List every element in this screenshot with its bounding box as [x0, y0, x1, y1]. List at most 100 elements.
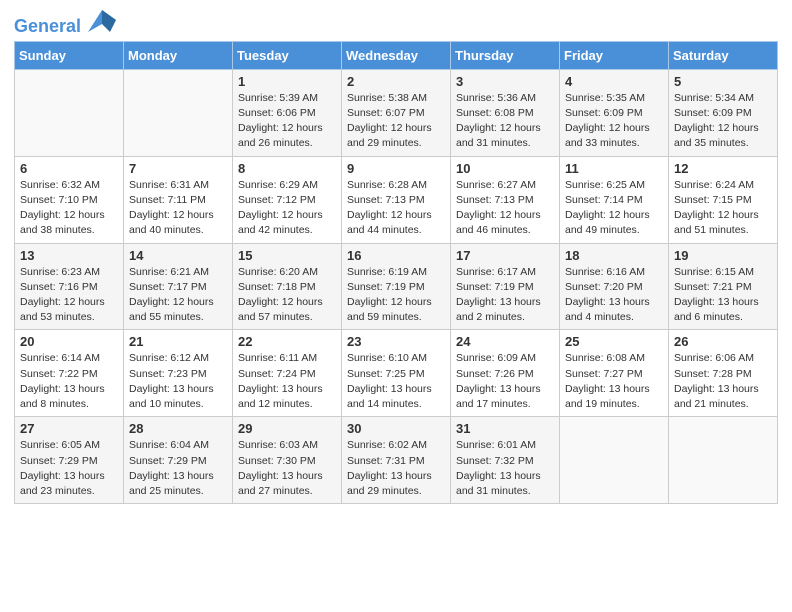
calendar-week-row: 20 Sunrise: 6:14 AM Sunset: 7:22 PM Dayli… [15, 330, 778, 417]
calendar-cell: 15 Sunrise: 6:20 AM Sunset: 7:18 PM Dayli… [233, 243, 342, 330]
day-number: 9 [347, 161, 445, 176]
day-number: 13 [20, 248, 118, 263]
calendar-cell [15, 69, 124, 156]
calendar-cell: 21Sunrise: 6:12 AM Sunset: 7:23 PM Dayli… [124, 330, 233, 417]
day-detail: Sunrise: 6:25 AM Sunset: 7:14 PM Dayligh… [565, 178, 663, 239]
calendar-cell: 17 Sunrise: 6:17 AM Sunset: 7:19 PM Dayli… [451, 243, 560, 330]
day-number: 17 [456, 248, 554, 263]
calendar-cell: 23Sunrise: 6:10 AM Sunset: 7:25 PM Dayli… [342, 330, 451, 417]
calendar-cell: 10Sunrise: 6:27 AM Sunset: 7:13 PM Dayli… [451, 156, 560, 243]
weekday-header-monday: Monday [124, 41, 233, 69]
day-number: 12 [674, 161, 772, 176]
day-number: 15 [238, 248, 336, 263]
calendar-cell: 6 Sunrise: 6:32 AM Sunset: 7:10 PM Daylig… [15, 156, 124, 243]
calendar-cell: 1 Sunrise: 5:39 AM Sunset: 6:06 PM Daylig… [233, 69, 342, 156]
day-number: 19 [674, 248, 772, 263]
calendar-cell: 30 Sunrise: 6:02 AM Sunset: 7:31 PM Dayli… [342, 417, 451, 504]
day-detail: Sunrise: 5:34 AM Sunset: 6:09 PM Dayligh… [674, 91, 772, 152]
day-detail: Sunrise: 6:31 AM Sunset: 7:11 PM Dayligh… [129, 178, 227, 239]
day-number: 22 [238, 334, 336, 349]
weekday-header-saturday: Saturday [669, 41, 778, 69]
day-number: 18 [565, 248, 663, 263]
day-detail: Sunrise: 6:14 AM Sunset: 7:22 PM Dayligh… [20, 351, 118, 412]
day-number: 4 [565, 74, 663, 89]
day-number: 28 [129, 421, 227, 436]
calendar-table: SundayMondayTuesdayWednesdayThursdayFrid… [14, 41, 778, 504]
day-number: 25 [565, 334, 663, 349]
day-detail: Sunrise: 6:03 AM Sunset: 7:30 PM Dayligh… [238, 438, 336, 499]
calendar-cell [669, 417, 778, 504]
day-detail: Sunrise: 6:09 AM Sunset: 7:26 PM Dayligh… [456, 351, 554, 412]
calendar-cell [560, 417, 669, 504]
day-detail: Sunrise: 6:19 AM Sunset: 7:19 PM Dayligh… [347, 265, 445, 326]
day-number: 30 [347, 421, 445, 436]
calendar-cell: 14 Sunrise: 6:21 AM Sunset: 7:17 PM Dayli… [124, 243, 233, 330]
day-detail: Sunrise: 6:15 AM Sunset: 7:21 PM Dayligh… [674, 265, 772, 326]
calendar-cell: 12 Sunrise: 6:24 AM Sunset: 7:15 PM Dayli… [669, 156, 778, 243]
logo-general: General [14, 16, 81, 36]
day-detail: Sunrise: 6:11 AM Sunset: 7:24 PM Dayligh… [238, 351, 336, 412]
day-detail: Sunrise: 6:10 AM Sunset: 7:25 PM Dayligh… [347, 351, 445, 412]
day-detail: Sunrise: 6:23 AM Sunset: 7:16 PM Dayligh… [20, 265, 118, 326]
day-detail: Sunrise: 6:05 AM Sunset: 7:29 PM Dayligh… [20, 438, 118, 499]
calendar-cell: 5 Sunrise: 5:34 AM Sunset: 6:09 PM Daylig… [669, 69, 778, 156]
day-number: 6 [20, 161, 118, 176]
day-number: 27 [20, 421, 118, 436]
day-detail: Sunrise: 6:08 AM Sunset: 7:27 PM Dayligh… [565, 351, 663, 412]
day-number: 16 [347, 248, 445, 263]
day-number: 3 [456, 74, 554, 89]
day-detail: Sunrise: 6:21 AM Sunset: 7:17 PM Dayligh… [129, 265, 227, 326]
calendar-cell: 28Sunrise: 6:04 AM Sunset: 7:29 PM Dayli… [124, 417, 233, 504]
day-number: 24 [456, 334, 554, 349]
day-number: 11 [565, 161, 663, 176]
day-number: 1 [238, 74, 336, 89]
calendar-week-row: 27 Sunrise: 6:05 AM Sunset: 7:29 PM Dayli… [15, 417, 778, 504]
day-number: 5 [674, 74, 772, 89]
day-detail: Sunrise: 6:24 AM Sunset: 7:15 PM Dayligh… [674, 178, 772, 239]
calendar-cell: 2 Sunrise: 5:38 AM Sunset: 6:07 PM Daylig… [342, 69, 451, 156]
calendar-cell: 29Sunrise: 6:03 AM Sunset: 7:30 PM Dayli… [233, 417, 342, 504]
calendar-page: General SundayMondayTuesdayWednesdayThur… [0, 0, 792, 514]
weekday-header-wednesday: Wednesday [342, 41, 451, 69]
day-detail: Sunrise: 6:16 AM Sunset: 7:20 PM Dayligh… [565, 265, 663, 326]
calendar-cell: 18 Sunrise: 6:16 AM Sunset: 7:20 PM Dayli… [560, 243, 669, 330]
day-detail: Sunrise: 6:17 AM Sunset: 7:19 PM Dayligh… [456, 265, 554, 326]
day-detail: Sunrise: 6:06 AM Sunset: 7:28 PM Dayligh… [674, 351, 772, 412]
day-detail: Sunrise: 5:38 AM Sunset: 6:07 PM Dayligh… [347, 91, 445, 152]
day-number: 8 [238, 161, 336, 176]
calendar-cell: 8 Sunrise: 6:29 AM Sunset: 7:12 PM Daylig… [233, 156, 342, 243]
day-detail: Sunrise: 5:36 AM Sunset: 6:08 PM Dayligh… [456, 91, 554, 152]
day-detail: Sunrise: 5:39 AM Sunset: 6:06 PM Dayligh… [238, 91, 336, 152]
calendar-cell: 24 Sunrise: 6:09 AM Sunset: 7:26 PM Dayli… [451, 330, 560, 417]
day-number: 26 [674, 334, 772, 349]
day-number: 21 [129, 334, 227, 349]
day-number: 31 [456, 421, 554, 436]
calendar-cell: 13 Sunrise: 6:23 AM Sunset: 7:16 PM Dayli… [15, 243, 124, 330]
calendar-cell: 3 Sunrise: 5:36 AM Sunset: 6:08 PM Daylig… [451, 69, 560, 156]
day-detail: Sunrise: 5:35 AM Sunset: 6:09 PM Dayligh… [565, 91, 663, 152]
day-number: 20 [20, 334, 118, 349]
weekday-header-friday: Friday [560, 41, 669, 69]
weekday-header-row: SundayMondayTuesdayWednesdayThursdayFrid… [15, 41, 778, 69]
day-detail: Sunrise: 6:28 AM Sunset: 7:13 PM Dayligh… [347, 178, 445, 239]
day-detail: Sunrise: 6:20 AM Sunset: 7:18 PM Dayligh… [238, 265, 336, 326]
day-number: 14 [129, 248, 227, 263]
calendar-cell [124, 69, 233, 156]
calendar-cell: 9 Sunrise: 6:28 AM Sunset: 7:13 PM Daylig… [342, 156, 451, 243]
day-detail: Sunrise: 6:27 AM Sunset: 7:13 PM Dayligh… [456, 178, 554, 239]
day-number: 2 [347, 74, 445, 89]
day-detail: Sunrise: 6:02 AM Sunset: 7:31 PM Dayligh… [347, 438, 445, 499]
calendar-cell: 31Sunrise: 6:01 AM Sunset: 7:32 PM Dayli… [451, 417, 560, 504]
logo-bird-icon [88, 10, 116, 32]
calendar-cell: 20 Sunrise: 6:14 AM Sunset: 7:22 PM Dayli… [15, 330, 124, 417]
calendar-cell: 16 Sunrise: 6:19 AM Sunset: 7:19 PM Dayli… [342, 243, 451, 330]
logo: General [14, 14, 116, 37]
calendar-cell: 4 Sunrise: 5:35 AM Sunset: 6:09 PM Daylig… [560, 69, 669, 156]
weekday-header-thursday: Thursday [451, 41, 560, 69]
day-detail: Sunrise: 6:32 AM Sunset: 7:10 PM Dayligh… [20, 178, 118, 239]
calendar-cell: 11 Sunrise: 6:25 AM Sunset: 7:14 PM Dayli… [560, 156, 669, 243]
calendar-cell: 27 Sunrise: 6:05 AM Sunset: 7:29 PM Dayli… [15, 417, 124, 504]
calendar-cell: 7 Sunrise: 6:31 AM Sunset: 7:11 PM Daylig… [124, 156, 233, 243]
day-detail: Sunrise: 6:29 AM Sunset: 7:12 PM Dayligh… [238, 178, 336, 239]
day-number: 7 [129, 161, 227, 176]
